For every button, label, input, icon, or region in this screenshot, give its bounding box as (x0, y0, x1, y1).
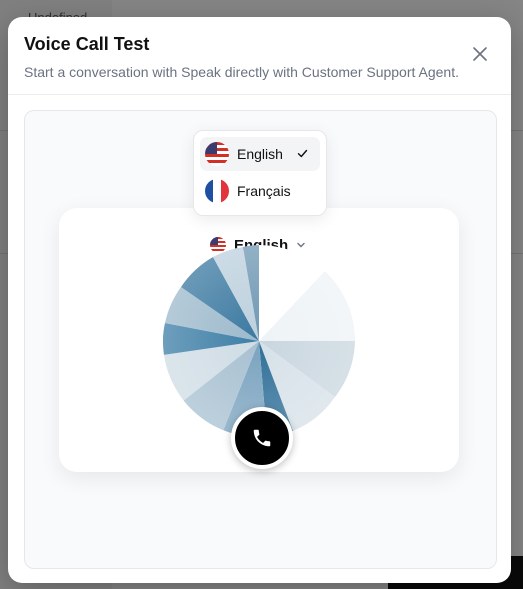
modal-title: Voice Call Test (24, 34, 150, 54)
modal-subtitle: Start a conversation with Speak directly… (24, 64, 459, 80)
us-flag-icon (205, 142, 229, 166)
phone-icon (253, 429, 271, 447)
language-dropdown-menu: English Français (193, 130, 327, 216)
voice-call-test-modal: Voice Call Test Start a conversation wit… (8, 17, 511, 583)
header-divider (8, 94, 511, 95)
fr-flag-icon (205, 179, 229, 203)
start-call-button[interactable] (231, 407, 293, 469)
language-option-english[interactable]: English (200, 137, 320, 171)
language-option-label: English (237, 146, 283, 162)
close-icon (473, 47, 487, 61)
close-button[interactable] (471, 45, 489, 63)
language-option-label: Français (237, 183, 291, 199)
call-card: English (59, 208, 459, 472)
checkmark-icon (297, 149, 308, 158)
call-test-area: English English Français (24, 110, 497, 569)
language-option-french[interactable]: Français (200, 174, 320, 208)
